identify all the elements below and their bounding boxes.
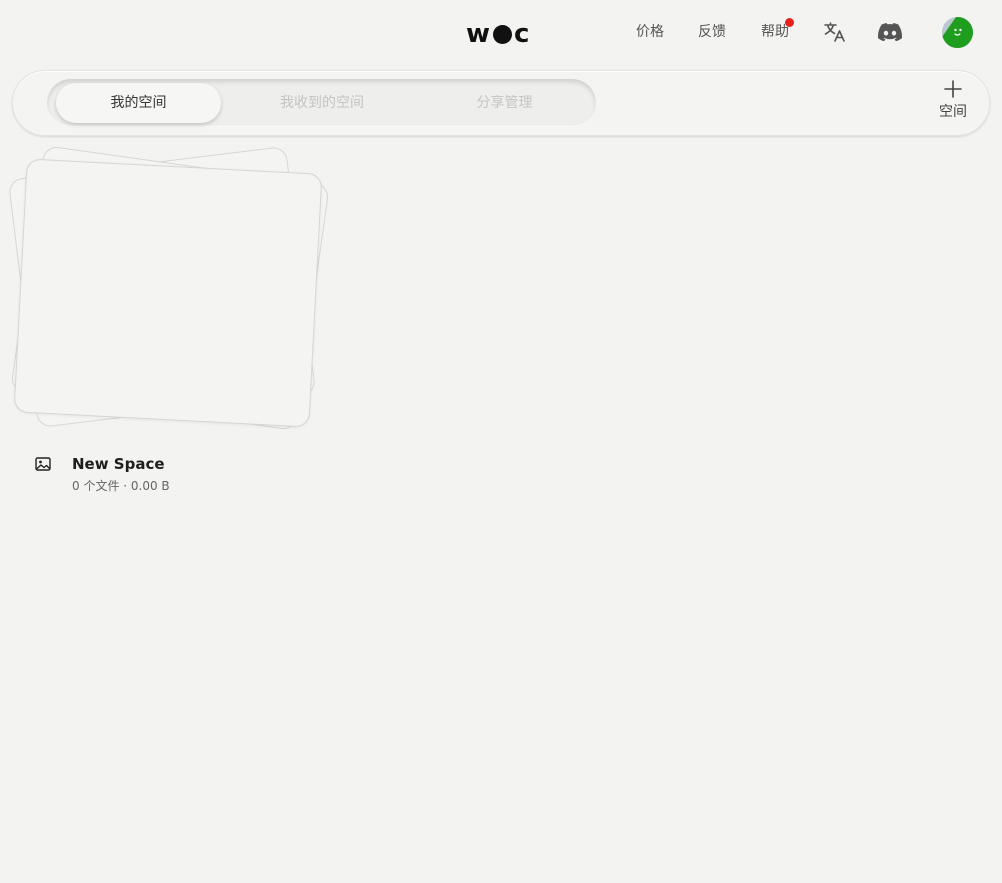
translate-icon[interactable]	[823, 21, 847, 47]
tab-share-management[interactable]: 分享管理	[422, 83, 587, 123]
space-tabs: 我的空间 我收到的空间 分享管理	[47, 79, 596, 127]
new-space-label: 空间	[939, 104, 967, 120]
tab-my-spaces[interactable]: 我的空间	[56, 83, 221, 123]
logo-dot	[493, 24, 513, 44]
space-toolbar: 我的空间 我收到的空间 分享管理 空间	[12, 70, 990, 136]
nav-help-link[interactable]: 帮助	[761, 18, 794, 42]
nav-feedback-link[interactable]: 反馈	[698, 22, 726, 42]
new-space-button[interactable]: 空间	[931, 79, 975, 127]
nav-help-label: 帮助	[761, 24, 789, 40]
help-notification-badge	[785, 18, 794, 27]
card-sheet-front	[13, 158, 323, 428]
tab-received-spaces[interactable]: 我收到的空间	[237, 83, 407, 123]
woc-logo[interactable]: wc	[466, 18, 530, 50]
space-name[interactable]: New Space	[72, 455, 165, 473]
space-card[interactable]	[0, 140, 340, 440]
logo-text-left: w	[466, 19, 492, 49]
space-file-info: 0 个文件 · 0.00 B	[72, 479, 170, 493]
discord-icon[interactable]	[878, 23, 903, 45]
plus-icon	[944, 80, 962, 98]
nav-pricing-link[interactable]: 价格	[636, 22, 664, 42]
user-avatar[interactable]	[942, 17, 973, 48]
top-header: wc 价格 反馈 帮助	[0, 0, 1002, 64]
logo-text-right: c	[514, 19, 531, 49]
image-icon	[33, 454, 53, 478]
